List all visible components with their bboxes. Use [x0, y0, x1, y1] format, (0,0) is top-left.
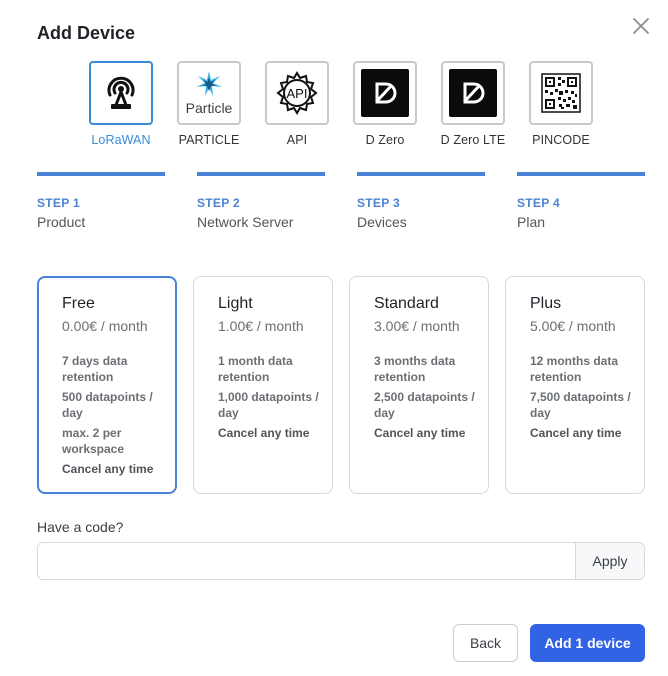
step-progress-bar	[357, 172, 485, 176]
plan-card-free[interactable]: Free 0.00€ / month 7 days data retention…	[37, 276, 177, 494]
code-label: Have a code?	[37, 519, 124, 535]
step-progress-bar	[37, 172, 165, 176]
plan-feature: Cancel any time	[62, 462, 154, 476]
step-number: STEP 2	[197, 196, 240, 210]
plan-feature: 1 month data retention	[218, 354, 293, 384]
device-type-dzero-lte[interactable]: D Zero LTE	[429, 61, 517, 147]
plan-name: Standard	[374, 295, 439, 312]
plan-feature: 2,500 datapoints / day	[374, 390, 475, 420]
device-type-selector: LoRaWAN Particle PARTICLE API API D Zero…	[0, 61, 668, 151]
device-tile	[529, 61, 593, 125]
plan-feature: 7,500 datapoints / day	[530, 390, 631, 420]
step-name: Network Server	[197, 214, 294, 230]
device-tile: Particle	[177, 61, 241, 125]
plan-feature: max. 2 per workspace	[62, 426, 125, 456]
device-tile	[441, 61, 505, 125]
device-type-lorawan[interactable]: LoRaWAN	[77, 61, 165, 147]
step-product[interactable]: STEP 1 Product	[37, 172, 165, 230]
dzero-lte-logo-icon	[449, 69, 497, 117]
step-name: Plan	[517, 214, 546, 230]
plan-price: 3.00€ / month	[374, 318, 460, 334]
step-number: STEP 1	[37, 196, 80, 210]
step-name: Devices	[357, 214, 407, 230]
dzero-logo-icon	[361, 69, 409, 117]
step-name: Product	[37, 214, 86, 230]
device-type-dzero[interactable]: D Zero	[341, 61, 429, 147]
device-type-label: API	[286, 133, 308, 147]
plan-feature: Cancel any time	[530, 426, 622, 440]
step-progress-bar	[517, 172, 645, 176]
plan-name: Free	[62, 295, 95, 312]
step-number: STEP 4	[517, 196, 560, 210]
step-number: STEP 3	[357, 196, 400, 210]
plan-features: 7 days data retention 500 datapoints / d…	[62, 353, 166, 477]
plan-price: 0.00€ / month	[62, 318, 148, 334]
close-icon[interactable]	[630, 15, 652, 37]
device-type-label: LoRaWAN	[91, 133, 151, 147]
plan-name: Light	[218, 295, 253, 312]
plan-features: 3 months data retention 2,500 datapoints…	[374, 353, 478, 441]
plan-card-standard[interactable]: Standard 3.00€ / month 3 months data ret…	[349, 276, 489, 494]
device-type-label: PINCODE	[532, 133, 590, 147]
plan-feature: 12 months data retention	[530, 354, 619, 384]
step-plan[interactable]: STEP 4 Plan	[517, 172, 645, 230]
add-device-button[interactable]: Add 1 device	[530, 624, 645, 662]
device-type-label: D Zero	[365, 133, 405, 147]
plan-price: 5.00€ / month	[530, 318, 616, 334]
api-gear-icon: API	[276, 71, 318, 115]
lorawan-antenna-icon	[107, 76, 135, 109]
device-type-label: D Zero LTE	[440, 133, 506, 147]
plan-feature: Cancel any time	[218, 426, 310, 440]
device-tile	[89, 61, 153, 125]
plan-feature: 7 days data retention	[62, 354, 128, 384]
particle-logo-icon: Particle	[185, 71, 233, 116]
plan-features: 12 months data retention 7,500 datapoint…	[530, 353, 634, 441]
svg-text:API: API	[287, 86, 308, 101]
code-input[interactable]	[38, 543, 575, 579]
plan-card-plus[interactable]: Plus 5.00€ / month 12 months data retent…	[505, 276, 645, 494]
device-tile: API	[265, 61, 329, 125]
device-tile	[353, 61, 417, 125]
plan-feature: 3 months data retention	[374, 354, 456, 384]
particle-logo-text: Particle	[185, 100, 233, 116]
device-type-particle[interactable]: Particle PARTICLE	[165, 61, 253, 147]
back-button[interactable]: Back	[453, 624, 518, 662]
step-network-server[interactable]: STEP 2 Network Server	[197, 172, 325, 230]
code-input-group: Apply	[37, 542, 645, 580]
plan-feature: Cancel any time	[374, 426, 466, 440]
step-progress-bar	[197, 172, 325, 176]
dialog-title: Add Device	[37, 23, 136, 43]
step-devices[interactable]: STEP 3 Devices	[357, 172, 485, 230]
plan-features: 1 month data retention 1,000 datapoints …	[218, 353, 322, 441]
plan-feature: 500 datapoints / day	[62, 390, 153, 420]
plan-name: Plus	[530, 295, 562, 312]
plan-card-light[interactable]: Light 1.00€ / month 1 month data retenti…	[193, 276, 333, 494]
device-type-pincode[interactable]: PINCODE	[517, 61, 605, 147]
device-type-label: PARTICLE	[178, 133, 240, 147]
device-type-api[interactable]: API API	[253, 61, 341, 147]
plan-feature: 1,000 datapoints / day	[218, 390, 319, 420]
plan-price: 1.00€ / month	[218, 318, 304, 334]
apply-code-button[interactable]: Apply	[575, 543, 644, 579]
qr-code-icon	[541, 73, 581, 113]
